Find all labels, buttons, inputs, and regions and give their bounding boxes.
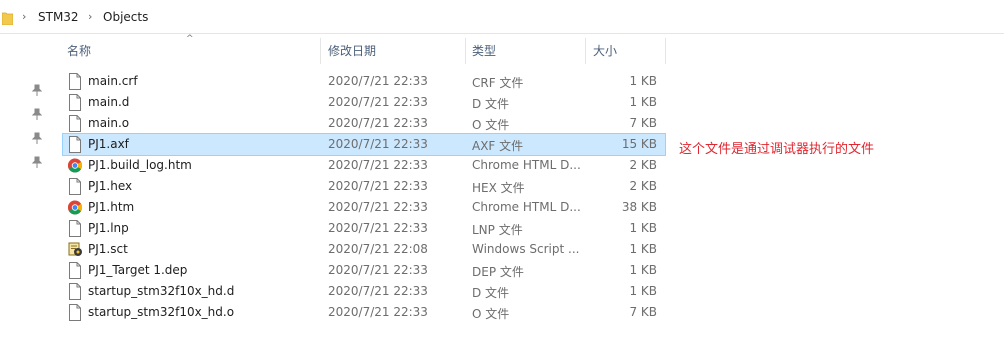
chrome-icon: [67, 157, 83, 174]
file-date: 2020/7/21 22:33: [328, 95, 428, 109]
file-type: DEP 文件: [472, 265, 524, 279]
file-size: 15 KB: [621, 137, 657, 151]
file-row[interactable]: PJ1.build_log.htm 2020/7/21 22:33 Chrome H…: [63, 155, 665, 176]
file-date: 2020/7/21 22:33: [328, 263, 428, 277]
file-size: 1 KB: [629, 242, 657, 256]
column-header-name[interactable]: 名称: [67, 38, 91, 64]
column-divider[interactable]: [665, 38, 666, 64]
script-icon: [67, 241, 83, 258]
file-date: 2020/7/21 22:33: [328, 179, 428, 193]
file-name: main.d: [88, 95, 130, 109]
file-name: main.o: [88, 116, 130, 130]
file-icon: [67, 136, 83, 153]
file-size: 7 KB: [629, 116, 657, 130]
file-name: PJ1.lnp: [88, 221, 129, 235]
file-icon: [67, 94, 83, 111]
file-size: 38 KB: [621, 200, 657, 214]
file-date: 2020/7/21 22:33: [328, 284, 428, 298]
column-divider[interactable]: [585, 38, 586, 64]
file-icon: [67, 73, 83, 90]
file-size: 1 KB: [629, 284, 657, 298]
column-divider[interactable]: [320, 38, 321, 64]
file-icon: [67, 304, 83, 321]
file-name: PJ1.build_log.htm: [88, 158, 192, 172]
file-name: PJ1_Target 1.dep: [88, 263, 188, 277]
column-header-type[interactable]: 类型: [472, 38, 496, 64]
file-date: 2020/7/21 22:33: [328, 116, 428, 130]
file-date: 2020/7/21 22:33: [328, 305, 428, 319]
file-name: PJ1.htm: [88, 200, 135, 214]
file-row[interactable]: startup_stm32f10x_hd.d 2020/7/21 22:33 D 文…: [63, 281, 665, 302]
file-row[interactable]: PJ1.hex 2020/7/21 22:33 HEX 文件 2 KB: [63, 176, 665, 197]
file-row[interactable]: PJ1.htm 2020/7/21 22:33 Chrome HTML D... 38…: [63, 197, 665, 218]
file-name: PJ1.sct: [88, 242, 128, 256]
file-row[interactable]: main.d 2020/7/21 22:33 D 文件 1 KB: [63, 92, 665, 113]
file-size: 7 KB: [629, 305, 657, 319]
file-type: HEX 文件: [472, 181, 525, 195]
file-name: PJ1.hex: [88, 179, 133, 193]
chevron-right-icon: ›: [88, 10, 93, 23]
file-icon: [67, 283, 83, 300]
file-icon: [67, 262, 83, 279]
file-row[interactable]: main.crf 2020/7/21 22:33 CRF 文件 1 KB: [63, 71, 665, 92]
pin-icon[interactable]: [32, 132, 42, 144]
file-size: 2 KB: [629, 158, 657, 172]
file-row[interactable]: PJ1.sct 2020/7/21 22:08 Windows Script ...…: [63, 239, 665, 260]
file-row[interactable]: main.o 2020/7/21 22:33 O 文件 7 KB: [63, 113, 665, 134]
file-type: D 文件: [472, 286, 510, 300]
file-type: O 文件: [472, 307, 510, 321]
sort-ascending-icon: ^: [186, 34, 194, 44]
file-date: 2020/7/21 22:08: [328, 242, 428, 256]
file-type: AXF 文件: [472, 139, 524, 153]
file-icon: [67, 115, 83, 132]
file-row[interactable]: PJ1_Target 1.dep 2020/7/21 22:33 DEP 文件 1 K…: [63, 260, 665, 281]
file-type: Chrome HTML D...: [472, 158, 580, 172]
file-size: 1 KB: [629, 95, 657, 109]
file-date: 2020/7/21 22:33: [328, 74, 428, 88]
file-type: Chrome HTML D...: [472, 200, 580, 214]
file-size: 1 KB: [629, 221, 657, 235]
file-date: 2020/7/21 22:33: [328, 137, 428, 151]
file-row[interactable]: startup_stm32f10x_hd.o 2020/7/21 22:33 O 文…: [63, 302, 665, 323]
column-header-date[interactable]: 修改日期: [328, 38, 376, 64]
folder-icon: [2, 12, 13, 25]
file-name: PJ1.axf: [88, 137, 129, 151]
file-icon: [67, 178, 83, 195]
column-header-size[interactable]: 大小: [593, 38, 617, 64]
file-name: startup_stm32f10x_hd.d: [88, 284, 235, 298]
file-icon: [67, 220, 83, 237]
file-date: 2020/7/21 22:33: [328, 158, 428, 172]
file-name: main.crf: [88, 74, 138, 88]
pin-icon[interactable]: [32, 156, 42, 168]
file-size: 1 KB: [629, 74, 657, 88]
file-type: O 文件: [472, 118, 510, 132]
pin-icon[interactable]: [32, 84, 42, 96]
file-row[interactable]: PJ1.axf 2020/7/21 22:33 AXF 文件 15 KB: [62, 133, 666, 156]
file-type: Windows Script ...: [472, 242, 580, 256]
chrome-icon: [67, 199, 83, 216]
file-type: D 文件: [472, 97, 510, 111]
breadcrumb-item-objects[interactable]: Objects: [103, 10, 148, 24]
file-date: 2020/7/21 22:33: [328, 221, 428, 235]
file-name: startup_stm32f10x_hd.o: [88, 305, 235, 319]
address-bar[interactable]: › STM32 › Objects: [0, 0, 1004, 34]
file-type: LNP 文件: [472, 223, 523, 237]
column-divider[interactable]: [465, 38, 466, 64]
breadcrumb-item-stm32[interactable]: STM32: [38, 10, 79, 24]
file-date: 2020/7/21 22:33: [328, 200, 428, 214]
chevron-right-icon: ›: [22, 10, 27, 23]
annotation-text: 这个文件是通过调试器执行的文件: [679, 142, 875, 157]
file-type: CRF 文件: [472, 76, 524, 90]
file-size: 2 KB: [629, 179, 657, 193]
file-size: 1 KB: [629, 263, 657, 277]
file-row[interactable]: PJ1.lnp 2020/7/21 22:33 LNP 文件 1 KB: [63, 218, 665, 239]
pin-icon[interactable]: [32, 108, 42, 120]
